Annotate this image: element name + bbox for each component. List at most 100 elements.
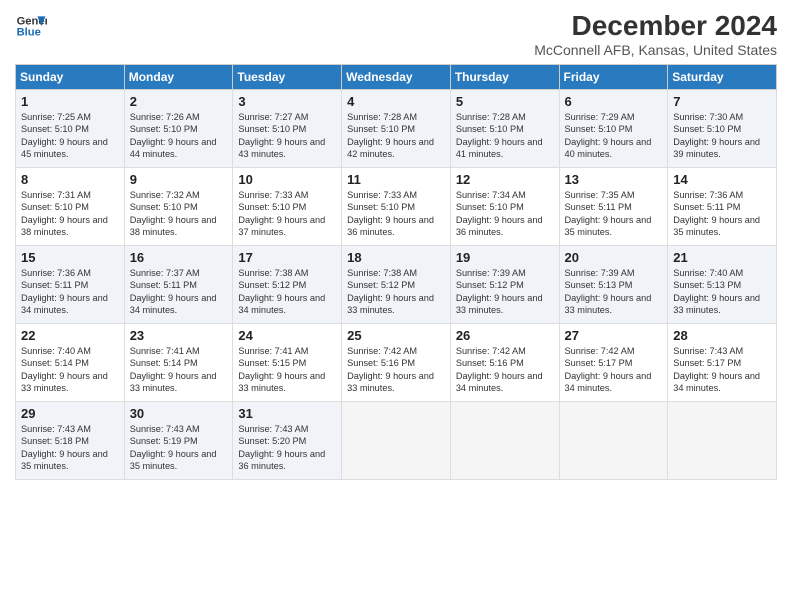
cell-text: Sunrise: 7:34 AMSunset: 5:10 PMDaylight:… <box>456 190 543 237</box>
table-row: 28 Sunrise: 7:43 AMSunset: 5:17 PMDayligh… <box>668 324 777 402</box>
table-row: 26 Sunrise: 7:42 AMSunset: 5:16 PMDayligh… <box>450 324 559 402</box>
col-thursday: Thursday <box>450 65 559 90</box>
cell-text: Sunrise: 7:27 AMSunset: 5:10 PMDaylight:… <box>238 112 325 159</box>
cell-text: Sunrise: 7:40 AMSunset: 5:13 PMDaylight:… <box>673 268 760 315</box>
day-number: 18 <box>347 250 445 265</box>
calendar-body: 1 Sunrise: 7:25 AMSunset: 5:10 PMDaylight… <box>16 90 777 480</box>
day-number: 7 <box>673 94 771 109</box>
table-row: 6 Sunrise: 7:29 AMSunset: 5:10 PMDaylight… <box>559 90 668 168</box>
table-row <box>342 402 451 480</box>
cell-text: Sunrise: 7:41 AMSunset: 5:15 PMDaylight:… <box>238 346 325 393</box>
table-row: 16 Sunrise: 7:37 AMSunset: 5:11 PMDayligh… <box>124 246 233 324</box>
table-row: 20 Sunrise: 7:39 AMSunset: 5:13 PMDayligh… <box>559 246 668 324</box>
table-row: 4Sunrise: 7:28 AMSunset: 5:10 PMDaylight… <box>342 90 451 168</box>
cell-text: Sunrise: 7:42 AMSunset: 5:16 PMDaylight:… <box>456 346 543 393</box>
cell-text: Sunrise: 7:39 AMSunset: 5:13 PMDaylight:… <box>565 268 652 315</box>
day-number: 29 <box>21 406 119 421</box>
main-title: December 2024 <box>534 10 777 42</box>
day-number: 27 <box>565 328 663 343</box>
table-row <box>668 402 777 480</box>
day-number: 13 <box>565 172 663 187</box>
day-number: 1 <box>21 94 119 109</box>
header-row: Sunday Monday Tuesday Wednesday Thursday… <box>16 65 777 90</box>
day-number: 20 <box>565 250 663 265</box>
day-number: 3 <box>238 94 336 109</box>
table-row: 31Sunrise: 7:43 AMSunset: 5:20 PMDayligh… <box>233 402 342 480</box>
calendar-week-4: 22 Sunrise: 7:40 AMSunset: 5:14 PMDayligh… <box>16 324 777 402</box>
day-number: 10 <box>238 172 336 187</box>
cell-text: Sunrise: 7:37 AMSunset: 5:11 PMDaylight:… <box>130 268 217 315</box>
table-row: 21 Sunrise: 7:40 AMSunset: 5:13 PMDayligh… <box>668 246 777 324</box>
day-number: 16 <box>130 250 228 265</box>
subtitle: McConnell AFB, Kansas, United States <box>534 42 777 58</box>
day-number: 19 <box>456 250 554 265</box>
cell-text: Sunrise: 7:30 AMSunset: 5:10 PMDaylight:… <box>673 112 760 159</box>
calendar-table: Sunday Monday Tuesday Wednesday Thursday… <box>15 64 777 480</box>
cell-text: Sunrise: 7:42 AMSunset: 5:16 PMDaylight:… <box>347 346 434 393</box>
table-row: 14Sunrise: 7:36 AMSunset: 5:11 PMDayligh… <box>668 168 777 246</box>
day-number: 25 <box>347 328 445 343</box>
day-number: 30 <box>130 406 228 421</box>
cell-text: Sunrise: 7:43 AMSunset: 5:20 PMDaylight:… <box>238 424 325 471</box>
table-row: 2Sunrise: 7:26 AMSunset: 5:10 PMDaylight… <box>124 90 233 168</box>
day-number: 6 <box>565 94 663 109</box>
table-row: 15Sunrise: 7:36 AMSunset: 5:11 PMDayligh… <box>16 246 125 324</box>
page: General Blue December 2024 McConnell AFB… <box>0 0 792 612</box>
table-row: 12 Sunrise: 7:34 AMSunset: 5:10 PMDayligh… <box>450 168 559 246</box>
logo-icon: General Blue <box>15 10 47 42</box>
cell-text: Sunrise: 7:25 AMSunset: 5:10 PMDaylight:… <box>21 112 108 159</box>
table-row: 10 Sunrise: 7:33 AMSunset: 5:10 PMDayligh… <box>233 168 342 246</box>
day-number: 5 <box>456 94 554 109</box>
table-row: 17Sunrise: 7:38 AMSunset: 5:12 PMDayligh… <box>233 246 342 324</box>
table-row: 25 Sunrise: 7:42 AMSunset: 5:16 PMDayligh… <box>342 324 451 402</box>
svg-text:Blue: Blue <box>17 27 41 39</box>
table-row: 22 Sunrise: 7:40 AMSunset: 5:14 PMDayligh… <box>16 324 125 402</box>
cell-text: Sunrise: 7:35 AMSunset: 5:11 PMDaylight:… <box>565 190 652 237</box>
cell-text: Sunrise: 7:38 AMSunset: 5:12 PMDaylight:… <box>347 268 434 315</box>
day-number: 9 <box>130 172 228 187</box>
table-row: 5Sunrise: 7:28 AMSunset: 5:10 PMDaylight… <box>450 90 559 168</box>
table-row: 18 Sunrise: 7:38 AMSunset: 5:12 PMDayligh… <box>342 246 451 324</box>
col-friday: Friday <box>559 65 668 90</box>
table-row: 8Sunrise: 7:31 AMSunset: 5:10 PMDaylight… <box>16 168 125 246</box>
day-number: 14 <box>673 172 771 187</box>
table-row: 24Sunrise: 7:41 AMSunset: 5:15 PMDayligh… <box>233 324 342 402</box>
day-number: 4 <box>347 94 445 109</box>
cell-text: Sunrise: 7:40 AMSunset: 5:14 PMDaylight:… <box>21 346 108 393</box>
cell-text: Sunrise: 7:29 AMSunset: 5:10 PMDaylight:… <box>565 112 652 159</box>
day-number: 28 <box>673 328 771 343</box>
table-row: 9Sunrise: 7:32 AMSunset: 5:10 PMDaylight… <box>124 168 233 246</box>
table-row: 3 Sunrise: 7:27 AMSunset: 5:10 PMDaylight… <box>233 90 342 168</box>
table-row: 11Sunrise: 7:33 AMSunset: 5:10 PMDayligh… <box>342 168 451 246</box>
day-number: 21 <box>673 250 771 265</box>
cell-text: Sunrise: 7:39 AMSunset: 5:12 PMDaylight:… <box>456 268 543 315</box>
table-row: 1 Sunrise: 7:25 AMSunset: 5:10 PMDaylight… <box>16 90 125 168</box>
table-row <box>559 402 668 480</box>
header: General Blue December 2024 McConnell AFB… <box>15 10 777 58</box>
day-number: 15 <box>21 250 119 265</box>
day-number: 22 <box>21 328 119 343</box>
col-monday: Monday <box>124 65 233 90</box>
table-row <box>450 402 559 480</box>
table-row: 30Sunrise: 7:43 AMSunset: 5:19 PMDayligh… <box>124 402 233 480</box>
cell-text: Sunrise: 7:33 AMSunset: 5:10 PMDaylight:… <box>238 190 325 237</box>
day-number: 11 <box>347 172 445 187</box>
cell-text: Sunrise: 7:43 AMSunset: 5:17 PMDaylight:… <box>673 346 760 393</box>
day-number: 26 <box>456 328 554 343</box>
day-number: 12 <box>456 172 554 187</box>
calendar-week-3: 15Sunrise: 7:36 AMSunset: 5:11 PMDayligh… <box>16 246 777 324</box>
col-tuesday: Tuesday <box>233 65 342 90</box>
calendar-week-5: 29 Sunrise: 7:43 AMSunset: 5:18 PMDayligh… <box>16 402 777 480</box>
table-row: 19 Sunrise: 7:39 AMSunset: 5:12 PMDayligh… <box>450 246 559 324</box>
cell-text: Sunrise: 7:31 AMSunset: 5:10 PMDaylight:… <box>21 190 108 237</box>
calendar-week-2: 8Sunrise: 7:31 AMSunset: 5:10 PMDaylight… <box>16 168 777 246</box>
col-wednesday: Wednesday <box>342 65 451 90</box>
day-number: 23 <box>130 328 228 343</box>
cell-text: Sunrise: 7:38 AMSunset: 5:12 PMDaylight:… <box>238 268 325 315</box>
table-row: 29 Sunrise: 7:43 AMSunset: 5:18 PMDayligh… <box>16 402 125 480</box>
table-row: 27Sunrise: 7:42 AMSunset: 5:17 PMDayligh… <box>559 324 668 402</box>
cell-text: Sunrise: 7:41 AMSunset: 5:14 PMDaylight:… <box>130 346 217 393</box>
col-saturday: Saturday <box>668 65 777 90</box>
cell-text: Sunrise: 7:43 AMSunset: 5:18 PMDaylight:… <box>21 424 108 471</box>
day-number: 2 <box>130 94 228 109</box>
